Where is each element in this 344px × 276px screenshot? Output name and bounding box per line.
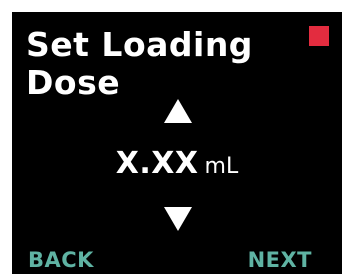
status-indicator xyxy=(309,26,329,46)
dose-value: X.XX xyxy=(115,146,199,181)
decrease-arrow[interactable] xyxy=(163,206,193,232)
dose-unit: mL xyxy=(204,154,239,179)
dose-value-display: X.XX mL xyxy=(12,146,342,181)
title-line-2: Dose xyxy=(26,63,121,102)
device-screen: Set Loading Dose X.XX mL BACK NEXT xyxy=(12,12,342,274)
back-button[interactable]: BACK xyxy=(28,248,94,272)
title-line-1: Set Loading xyxy=(26,25,253,64)
page-title: Set Loading Dose xyxy=(26,26,253,102)
next-button[interactable]: NEXT xyxy=(248,248,312,272)
triangle-down-icon xyxy=(164,207,192,231)
increase-arrow[interactable] xyxy=(163,98,193,124)
triangle-up-icon xyxy=(164,99,192,123)
